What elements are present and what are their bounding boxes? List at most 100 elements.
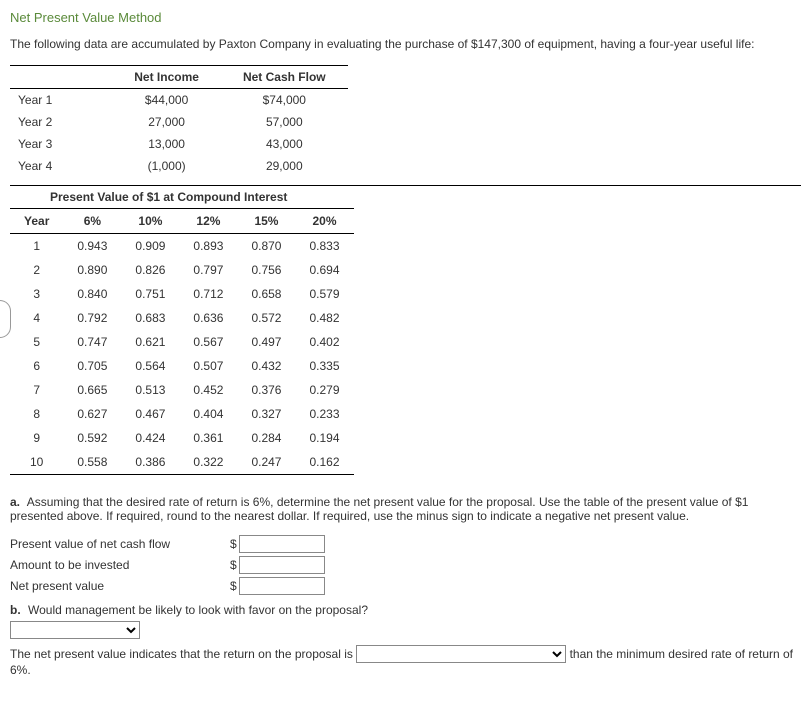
pv-cell: 2: [10, 258, 63, 282]
pv-col-12: 12%: [179, 209, 237, 234]
select-comparison[interactable]: [356, 645, 566, 663]
pv-cell: 0.705: [63, 354, 121, 378]
pv-cell: 0.592: [63, 426, 121, 450]
pv-cell: 0.943: [63, 234, 121, 259]
pv-cell: 1: [10, 234, 63, 259]
qa-text: Assuming that the desired rate of return…: [10, 495, 748, 523]
pv-cell: 0.893: [179, 234, 237, 259]
pv-heading: Present Value of $1 at Compound Interest: [10, 185, 801, 208]
dollar-sign: $: [230, 558, 237, 572]
pv-cell: 0.513: [121, 378, 179, 402]
pv-factor-table: Year 6% 10% 12% 15% 20% 10.9430.9090.893…: [10, 208, 354, 475]
year-label: Year 1: [10, 89, 112, 112]
pv-cell: 0.564: [121, 354, 179, 378]
table-row: Year 4 (1,000) 29,000: [10, 155, 348, 177]
pv-cell: 0.751: [121, 282, 179, 306]
pv-cell: 0.402: [295, 330, 353, 354]
pv-col-20: 20%: [295, 209, 353, 234]
pv-cell: 0.579: [295, 282, 353, 306]
intro-text: The following data are accumulated by Pa…: [10, 37, 801, 51]
answer-row-amount: Amount to be invested $: [10, 556, 801, 574]
pv-cell: 8: [10, 402, 63, 426]
pv-cell: 0.658: [237, 282, 295, 306]
pv-col-6: 6%: [63, 209, 121, 234]
pv-cell: 0.756: [237, 258, 295, 282]
table-row: 30.8400.7510.7120.6580.579: [10, 282, 354, 306]
answer-row-pv: Present value of net cash flow $: [10, 535, 801, 553]
cash-cell: $74,000: [221, 89, 348, 112]
pv-cell: 0.507: [179, 354, 237, 378]
table-row: 80.6270.4670.4040.3270.233: [10, 402, 354, 426]
pv-cell: 0.833: [295, 234, 353, 259]
input-amount-invested[interactable]: [239, 556, 325, 574]
pv-cell: 4: [10, 306, 63, 330]
year-label: Year 4: [10, 155, 112, 177]
pv-cell: 0.335: [295, 354, 353, 378]
pv-cell: 0.452: [179, 378, 237, 402]
table-row: 20.8900.8260.7970.7560.694: [10, 258, 354, 282]
dollar-sign: $: [230, 537, 237, 551]
question-a: a. Assuming that the desired rate of ret…: [10, 495, 801, 523]
qa-label: a.: [10, 495, 20, 509]
table-row: 40.7920.6830.6360.5720.482: [10, 306, 354, 330]
pv-cell: 0.376: [237, 378, 295, 402]
pv-cell: 0.636: [179, 306, 237, 330]
pv-cell: 0.233: [295, 402, 353, 426]
col-net-cash-flow: Net Cash Flow: [221, 66, 348, 89]
input-npv[interactable]: [239, 577, 325, 595]
page-title: Net Present Value Method: [10, 10, 801, 25]
pv-cell: 0.826: [121, 258, 179, 282]
income-cell: $44,000: [112, 89, 221, 112]
table-row: 70.6650.5130.4520.3760.279: [10, 378, 354, 402]
table-row: 90.5920.4240.3610.2840.194: [10, 426, 354, 450]
pv-cell: 7: [10, 378, 63, 402]
income-cell: 13,000: [112, 133, 221, 155]
pv-cell: 0.797: [179, 258, 237, 282]
dollar-sign: $: [230, 579, 237, 593]
pv-cell: 0.792: [63, 306, 121, 330]
table-row: 100.5580.3860.3220.2470.162: [10, 450, 354, 475]
side-tab-handle[interactable]: [0, 300, 11, 338]
pv-cell: 6: [10, 354, 63, 378]
cash-cell: 43,000: [221, 133, 348, 155]
select-favor[interactable]: [10, 621, 140, 639]
pv-cell: 3: [10, 282, 63, 306]
question-b: b. Would management be likely to look wi…: [10, 603, 801, 617]
pv-cell: 0.247: [237, 450, 295, 475]
pv-cell: 9: [10, 426, 63, 450]
pv-cell: 0.432: [237, 354, 295, 378]
income-cashflow-table: Net Income Net Cash Flow Year 1 $44,000 …: [10, 65, 348, 177]
pv-cell: 0.386: [121, 450, 179, 475]
pv-cell: 0.194: [295, 426, 353, 450]
sentence-row: The net present value indicates that the…: [10, 645, 801, 677]
pv-cell: 0.424: [121, 426, 179, 450]
table-row: Year 3 13,000 43,000: [10, 133, 348, 155]
qb-text: Would management be likely to look with …: [28, 603, 368, 617]
col-blank: [10, 66, 112, 89]
pv-cell: 0.327: [237, 402, 295, 426]
pv-cell: 0.162: [295, 450, 353, 475]
pv-col-10: 10%: [121, 209, 179, 234]
sentence-pre: The net present value indicates that the…: [10, 647, 356, 661]
pv-col-year: Year: [10, 209, 63, 234]
income-cell: (1,000): [112, 155, 221, 177]
answer-label-amount: Amount to be invested: [10, 558, 230, 572]
input-pv-net-cash-flow[interactable]: [239, 535, 325, 553]
pv-cell: 0.361: [179, 426, 237, 450]
pv-cell: 0.627: [63, 402, 121, 426]
pv-cell: 0.712: [179, 282, 237, 306]
table-row: Year 1 $44,000 $74,000: [10, 89, 348, 112]
pv-cell: 0.909: [121, 234, 179, 259]
pv-cell: 0.572: [237, 306, 295, 330]
answer-label-pv: Present value of net cash flow: [10, 537, 230, 551]
table-row: 60.7050.5640.5070.4320.335: [10, 354, 354, 378]
pv-cell: 0.567: [179, 330, 237, 354]
pv-cell: 0.558: [63, 450, 121, 475]
year-label: Year 3: [10, 133, 112, 155]
pv-cell: 0.665: [63, 378, 121, 402]
pv-col-15: 15%: [237, 209, 295, 234]
income-cell: 27,000: [112, 111, 221, 133]
col-net-income: Net Income: [112, 66, 221, 89]
pv-cell: 0.747: [63, 330, 121, 354]
pv-cell: 0.683: [121, 306, 179, 330]
